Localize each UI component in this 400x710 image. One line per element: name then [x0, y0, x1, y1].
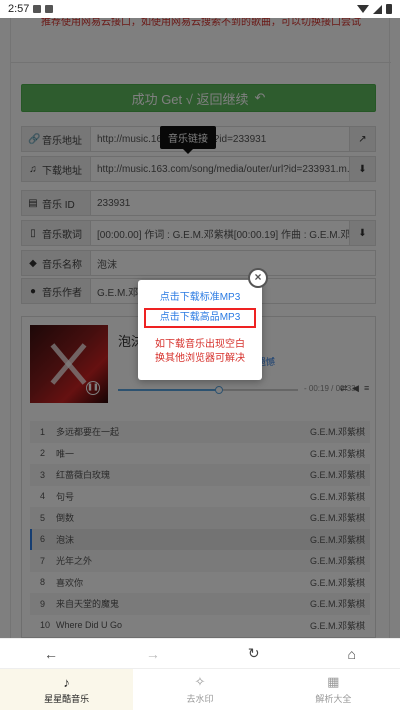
warning-line-2: 换其他浏览器可解决: [155, 353, 245, 364]
browser-nav-bar: ← → ↻ ⌂: [0, 638, 400, 668]
download-warning: 如下载音乐出现空白 换其他浏览器可解决: [142, 338, 258, 366]
notification-icon: [33, 5, 42, 13]
warning-line-1: 如下载音乐出现空白: [155, 339, 245, 350]
tab-music-label: 星星酷音乐: [44, 693, 90, 704]
status-bar: 2:57: [0, 0, 400, 18]
battery-icon: [386, 4, 392, 14]
wifi-icon: [357, 5, 369, 13]
music-note-icon: ♪: [63, 674, 70, 690]
close-dialog-button[interactable]: ×: [248, 268, 268, 288]
reload-icon[interactable]: ↻: [248, 645, 260, 662]
signal-icon: [373, 4, 382, 14]
download-dialog: 点击下载标准MP3 点击下载高品MP3 如下载音乐出现空白 换其他浏览器可解决: [138, 280, 262, 380]
grid-icon: ▦: [327, 674, 340, 689]
forward-arrow-icon[interactable]: →: [146, 646, 160, 662]
tab-watermark-label: 去水印: [186, 694, 214, 704]
home-icon[interactable]: ⌂: [348, 646, 356, 662]
tab-parse-label: 解析大全: [315, 694, 352, 704]
back-arrow-icon[interactable]: ←: [44, 646, 58, 662]
tab-watermark[interactable]: ✧ 去水印: [133, 669, 266, 710]
download-standard-mp3-link[interactable]: 点击下载标准MP3: [138, 288, 262, 303]
tab-music[interactable]: ♪ 星星酷音乐: [0, 669, 134, 710]
notification-icon-2: [45, 5, 54, 13]
bottom-tab-bar: ♪ 星星酷音乐 ✧ 去水印 ▦ 解析大全: [0, 668, 400, 710]
magic-wand-icon: ✧: [194, 674, 206, 689]
close-icon: ×: [254, 270, 262, 284]
download-hq-mp3-link[interactable]: 点击下载高品MP3: [144, 308, 256, 328]
status-time: 2:57: [8, 3, 30, 15]
tab-parse[interactable]: ▦ 解析大全: [267, 669, 400, 710]
